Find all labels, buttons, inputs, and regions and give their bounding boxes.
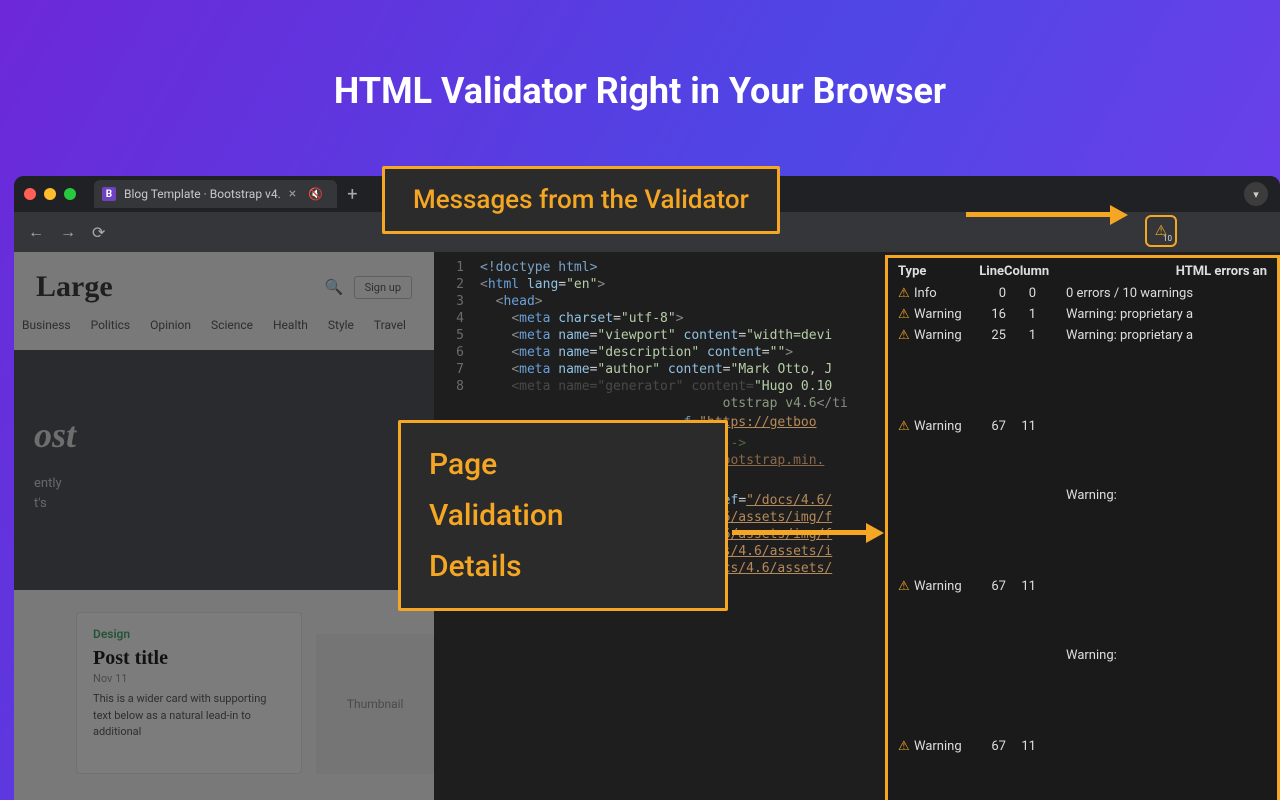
favicon-icon: B	[102, 187, 116, 201]
nav-item[interactable]: Style	[328, 318, 354, 332]
site-logo: Large	[36, 270, 113, 304]
card-body: This is a wider card with supporting tex…	[93, 691, 285, 741]
search-icon[interactable]: 🔍	[325, 278, 344, 296]
back-button[interactable]: ←	[28, 222, 44, 242]
validator-row[interactable]: ⚠Warning6711Warning: proprietary a	[888, 506, 1277, 666]
post-card[interactable]: Design Post title Nov 11 This is a wider…	[76, 612, 302, 774]
validator-panel: Type Line Column HTML errors an ⚠Info000…	[885, 255, 1280, 800]
warning-icon: ⚠	[898, 419, 914, 434]
category-nav: Business Politics Opinion Science Health Styl…	[14, 304, 434, 344]
tab-mute-icon[interactable]: 🔇	[308, 187, 323, 201]
nav-item[interactable]: Science	[211, 318, 253, 332]
minimize-window-icon[interactable]	[44, 188, 56, 200]
maximize-window-icon[interactable]	[64, 188, 76, 200]
card-title: Post title	[93, 647, 285, 670]
close-tab-icon[interactable]: ×	[289, 186, 296, 202]
new-tab-button[interactable]: +	[347, 184, 357, 205]
warning-icon: ⚠	[898, 307, 914, 322]
nav-item[interactable]: Business	[22, 318, 71, 332]
nav-item[interactable]: Health	[273, 318, 308, 332]
arrow-to-badge	[966, 212, 1126, 218]
extension-badge[interactable]: ⚠ 10	[1145, 215, 1177, 247]
callout-details: Page Validation Details	[398, 420, 728, 611]
warning-icon: ⚠	[898, 328, 914, 343]
traffic-lights	[24, 188, 76, 200]
browser-tab[interactable]: B Blog Template · Bootstrap v4. × 🔇	[94, 180, 337, 208]
page-preview: Large 🔍 Sign up Business Politics Opinion S…	[14, 252, 434, 800]
thumbnail-placeholder: Thumbnail	[316, 634, 434, 774]
tab-title: Blog Template · Bootstrap v4.	[124, 187, 281, 201]
hero-title: HTML Validator Right in Your Browser	[0, 70, 1280, 112]
featured-title-fragment: ost	[34, 414, 414, 456]
validator-row[interactable]: ⚠Warning6711Warning: proprietary a	[888, 666, 1277, 800]
featured-subtitle: ently t's	[34, 474, 414, 513]
warning-icon: ⚠	[898, 579, 914, 594]
card-date: Nov 11	[93, 672, 285, 685]
badge-count: 10	[1163, 234, 1172, 243]
callout-messages: Messages from the Validator	[382, 166, 780, 234]
col-type: Type	[898, 264, 964, 279]
warning-icon: ⚠	[898, 739, 914, 754]
card-category: Design	[93, 627, 285, 641]
featured-post: ost ently t's	[14, 350, 434, 590]
validator-row[interactable]: ⚠Warning161Warning: proprietary a	[888, 304, 1277, 325]
nav-item[interactable]: Opinion	[150, 318, 191, 332]
col-line: Line	[964, 264, 1004, 279]
col-message: HTML errors an	[1064, 264, 1267, 279]
col-column: Column	[1004, 264, 1064, 279]
validator-row[interactable]: ⚠Warning251Warning: proprietary a	[888, 325, 1277, 346]
sign-up-button[interactable]: Sign up	[354, 276, 412, 299]
validator-row[interactable]: ⚠Info000 errors / 10 warnings	[888, 283, 1277, 304]
reload-button[interactable]: ⟳	[92, 223, 105, 242]
nav-item[interactable]: Politics	[91, 318, 131, 332]
validator-row[interactable]: ⚠Warning6711Warning: proprietary a	[888, 346, 1277, 506]
warning-icon: ⚠	[898, 286, 914, 301]
tabs-dropdown-button[interactable]: ▾	[1244, 182, 1268, 206]
validator-header: Type Line Column HTML errors an	[888, 258, 1277, 283]
forward-button[interactable]: →	[60, 222, 76, 242]
nav-item[interactable]: Travel	[374, 318, 406, 332]
arrow-to-panel	[732, 530, 882, 536]
close-window-icon[interactable]	[24, 188, 36, 200]
